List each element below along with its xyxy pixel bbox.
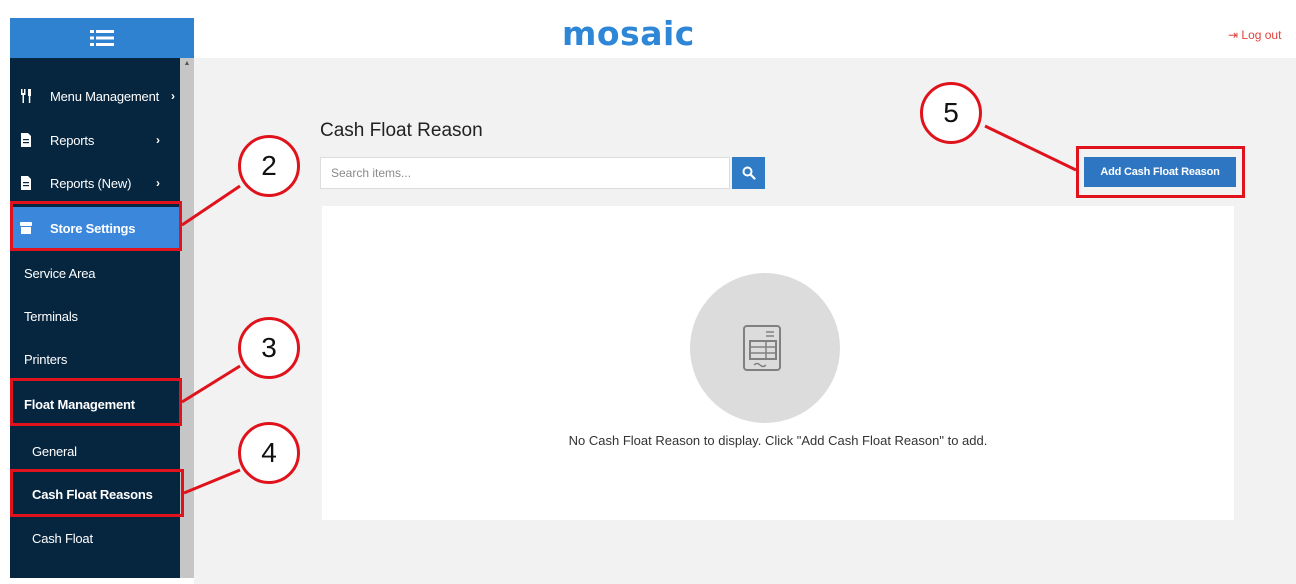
callout-5: 5 xyxy=(920,82,982,144)
callout-2: 2 xyxy=(238,135,300,197)
callout-3: 3 xyxy=(238,317,300,379)
callout-4: 4 xyxy=(238,422,300,484)
annotation-leader-lines xyxy=(181,124,1077,495)
